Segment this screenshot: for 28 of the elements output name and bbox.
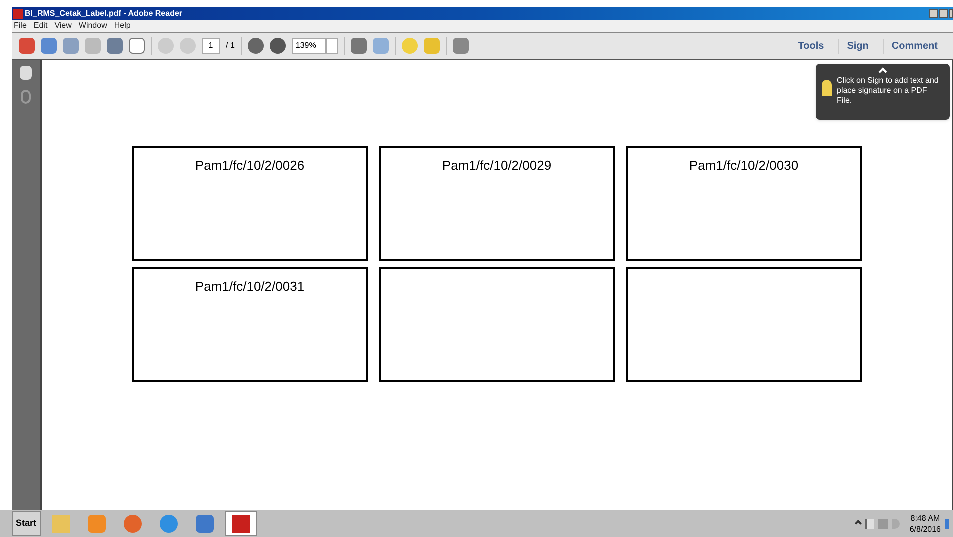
clock-date: 6/8/2016 [910, 524, 941, 534]
menu-item[interactable]: Window [78, 22, 108, 30]
label-code: Pam1/fc/10/2/0030 [689, 157, 799, 172]
menu-item[interactable]: Help [114, 22, 131, 30]
close-button[interactable] [949, 9, 953, 18]
taskbar-app[interactable] [224, 511, 257, 536]
menu-item[interactable]: File [14, 22, 27, 30]
clock-time: 8:48 AM [910, 512, 940, 524]
panel-tab[interactable]: Tools [790, 38, 832, 54]
panel-tab[interactable]: Sign [838, 38, 877, 54]
show-desktop-button[interactable] [945, 518, 949, 528]
dropdown-icon[interactable] [326, 38, 338, 54]
window-title: BI_RMS_Cetak_Label.pdf - Adobe Reader [25, 10, 183, 18]
minimize-button[interactable] [929, 9, 938, 18]
label-code: Pam1/fc/10/2/0026 [195, 157, 305, 172]
restore-button[interactable] [939, 9, 948, 18]
menu-item[interactable]: View [54, 22, 72, 30]
zoom-field[interactable]: 139% [292, 38, 326, 54]
label-code: Pam1/fc/10/2/0031 [195, 278, 305, 293]
page-total: / 1 [226, 40, 235, 52]
menu-item[interactable]: Edit [34, 22, 48, 30]
lightbulb-icon [822, 80, 832, 96]
show-hidden-icon[interactable] [854, 520, 862, 528]
page-field[interactable]: 1 [202, 38, 220, 54]
label-code: Pam1/fc/10/2/0029 [442, 157, 552, 172]
start-button[interactable]: Start [12, 511, 41, 536]
tooltip-text: Click on Sign to add text and place signature on a PDF File. [837, 76, 940, 106]
panel-tab[interactable]: Comment [882, 38, 946, 54]
